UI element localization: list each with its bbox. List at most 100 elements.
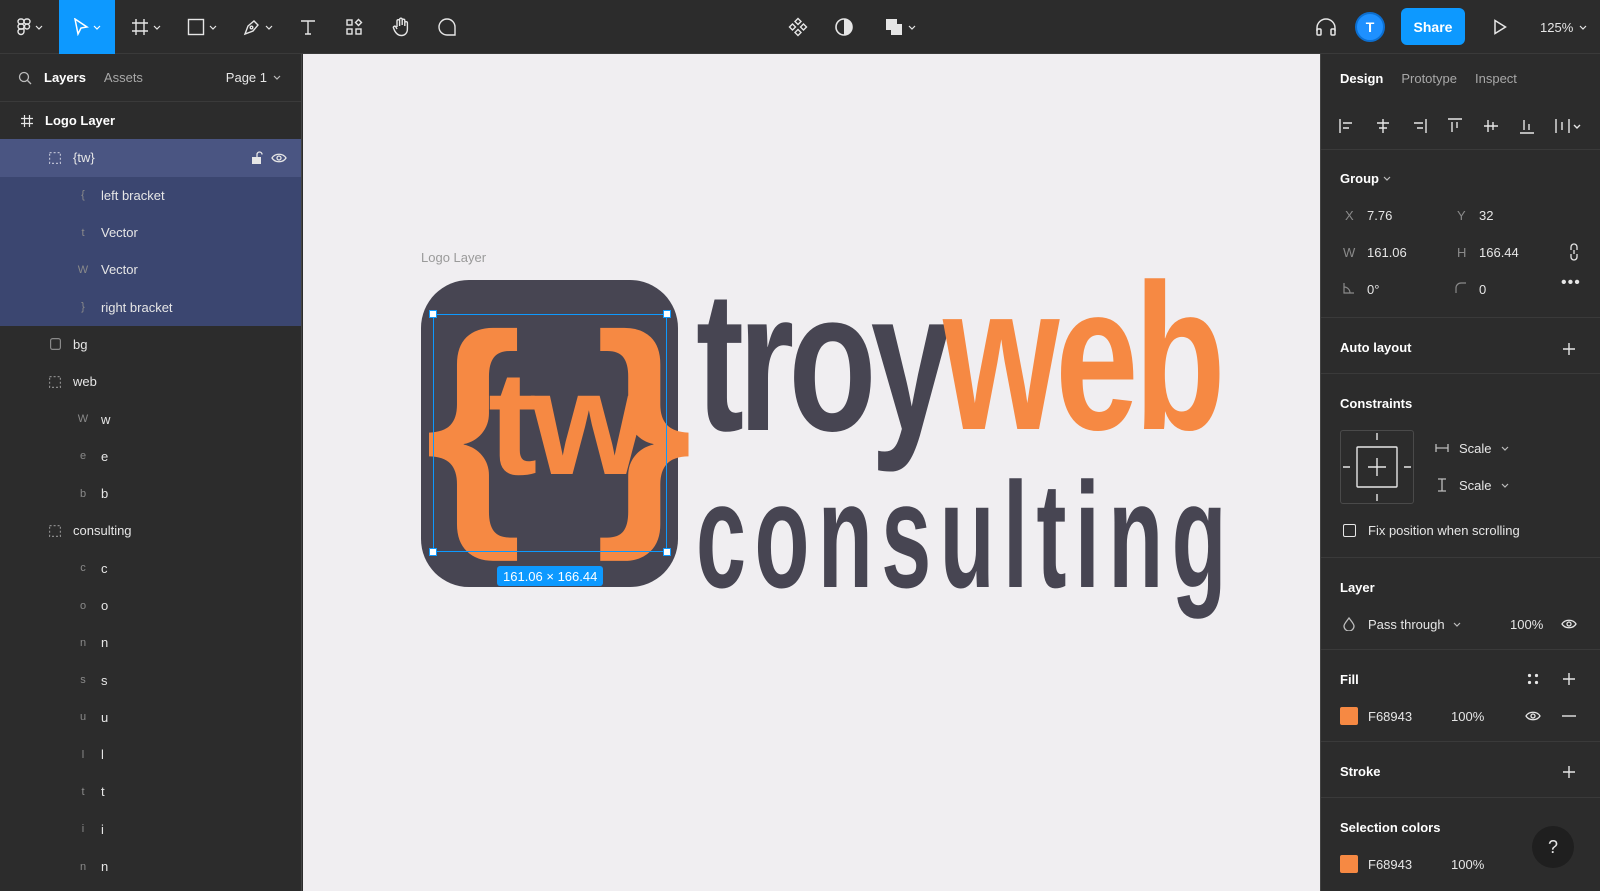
plus-icon[interactable] <box>1562 342 1576 356</box>
zoom-dropdown[interactable]: 125% <box>1540 0 1587 54</box>
main-menu-button[interactable] <box>10 0 50 54</box>
more-options-icon[interactable]: ••• <box>1561 274 1581 292</box>
create-component-button[interactable] <box>782 0 814 54</box>
y-input[interactable]: 32 <box>1479 208 1493 223</box>
eye-icon[interactable] <box>1525 710 1541 722</box>
resize-handle-top-left[interactable] <box>429 310 437 318</box>
layer-row-t[interactable]: t t <box>0 773 301 810</box>
plus-icon[interactable] <box>1562 765 1576 779</box>
align-top-icon[interactable] <box>1447 117 1463 134</box>
selection-color-swatch[interactable] <box>1340 855 1358 873</box>
user-avatar[interactable]: T <box>1355 12 1385 42</box>
layer-row-e[interactable]: e e <box>0 438 301 475</box>
layer-row-web-group[interactable]: web <box>0 363 301 400</box>
frame-tool-button[interactable] <box>124 0 168 54</box>
x-input[interactable]: 7.76 <box>1367 208 1392 223</box>
frame-label[interactable]: Logo Layer <box>421 250 486 265</box>
align-bottom-icon[interactable] <box>1519 118 1535 134</box>
blend-mode-dropdown[interactable]: Pass through <box>1368 617 1445 632</box>
boolean-ops-button[interactable] <box>876 0 924 54</box>
present-button[interactable] <box>1484 0 1516 54</box>
logo-word-consulting[interactable]: consulting <box>696 460 1235 610</box>
layer-label: left bracket <box>101 187 165 203</box>
play-icon <box>1494 19 1507 35</box>
eye-icon[interactable] <box>1561 618 1577 630</box>
layer-row-n[interactable]: n n <box>0 624 301 661</box>
chevron-down-icon <box>35 25 43 30</box>
page-dropdown[interactable]: Page 1 <box>226 70 281 85</box>
eye-icon[interactable] <box>271 152 287 164</box>
rotation-input[interactable]: 0° <box>1367 282 1379 297</box>
text-tool-button[interactable] <box>292 0 324 54</box>
distribute-icon[interactable] <box>1555 118 1581 134</box>
fill-hex-input[interactable]: F68943 <box>1368 709 1412 724</box>
tab-design[interactable]: Design <box>1340 71 1383 86</box>
w-input[interactable]: 161.06 <box>1367 245 1407 260</box>
layer-row-right-bracket[interactable]: } right bracket <box>0 288 301 326</box>
layer-row-left-bracket[interactable]: { left bracket <box>0 176 301 214</box>
layer-row-logo-layer[interactable]: Logo Layer <box>0 102 301 139</box>
layer-row-tw-group[interactable]: {tw} <box>0 139 301 177</box>
tab-prototype[interactable]: Prototype <box>1401 71 1457 86</box>
layer-row-s[interactable]: s s <box>0 661 301 698</box>
layer-row-b[interactable]: b b <box>0 475 301 512</box>
selection-color-opacity[interactable]: 100% <box>1451 857 1484 872</box>
move-tool-button[interactable] <box>59 0 115 54</box>
fix-position-checkbox[interactable] <box>1343 524 1356 537</box>
tab-assets[interactable]: Assets <box>104 70 143 85</box>
layer-label: w <box>101 411 111 427</box>
layer-row-u[interactable]: u u <box>0 699 301 736</box>
group-title[interactable]: Group <box>1340 171 1379 186</box>
help-button[interactable]: ? <box>1532 826 1574 868</box>
align-vertical-center-icon[interactable] <box>1483 118 1499 134</box>
layer-row-vector-t[interactable]: t Vector <box>0 213 301 252</box>
plus-icon[interactable] <box>1562 672 1576 686</box>
tab-layers[interactable]: Layers <box>44 70 86 85</box>
figma-logo-icon <box>17 18 31 36</box>
layer-row-consulting-group[interactable]: consulting <box>0 512 301 549</box>
share-button[interactable]: Share <box>1401 8 1465 45</box>
resize-handle-bottom-right[interactable] <box>663 548 671 556</box>
logo-word-web[interactable]: web <box>943 254 1226 462</box>
layer-row-n2[interactable]: n n <box>0 848 301 885</box>
layer-row-vector-w[interactable]: W Vector <box>0 251 301 289</box>
h-input[interactable]: 166.44 <box>1479 245 1519 260</box>
layer-row-bg[interactable]: bg <box>0 326 301 363</box>
pen-tool-button[interactable] <box>236 0 280 54</box>
corner-radius-input[interactable]: 0 <box>1479 282 1486 297</box>
layer-opacity-input[interactable]: 100% <box>1510 617 1543 632</box>
comment-tool-button[interactable] <box>431 0 463 54</box>
align-right-icon[interactable] <box>1411 118 1427 134</box>
fill-opacity-input[interactable]: 100% <box>1451 709 1484 724</box>
shape-tool-button[interactable] <box>180 0 224 54</box>
audio-chat-button[interactable] <box>1310 0 1342 54</box>
hand-tool-button[interactable] <box>385 0 417 54</box>
logo-word-troy[interactable]: troy <box>696 262 951 462</box>
design-canvas[interactable]: Logo Layer { tw } 161.06 × 166.44 troy w… <box>303 54 1320 891</box>
minus-icon[interactable] <box>1562 715 1576 717</box>
layer-row-w[interactable]: W w <box>0 400 301 437</box>
constrain-proportions-icon[interactable] <box>1569 243 1579 261</box>
styles-grid-icon[interactable] <box>1527 673 1539 685</box>
constraints-widget[interactable] <box>1340 430 1414 504</box>
selection-color-hex[interactable]: F68943 <box>1368 857 1412 872</box>
align-left-icon[interactable] <box>1339 118 1355 134</box>
resources-tool-button[interactable] <box>338 0 370 54</box>
layer-row-o[interactable]: o o <box>0 587 301 624</box>
selection-box[interactable] <box>433 314 667 552</box>
resize-handle-bottom-left[interactable] <box>429 548 437 556</box>
layer-row-i[interactable]: i i <box>0 811 301 848</box>
layer-row-c[interactable]: c c <box>0 550 301 587</box>
tab-inspect[interactable]: Inspect <box>1475 71 1517 86</box>
vertical-constraint-dropdown[interactable]: Scale <box>1459 478 1492 493</box>
search-icon[interactable] <box>18 71 32 85</box>
mask-button[interactable] <box>828 0 860 54</box>
align-horizontal-center-icon[interactable] <box>1375 118 1391 134</box>
horizontal-constraint-icon <box>1435 444 1449 452</box>
vector-icon: n <box>79 860 87 873</box>
fill-color-swatch[interactable] <box>1340 707 1358 725</box>
unlock-icon[interactable] <box>251 151 263 165</box>
horizontal-constraint-dropdown[interactable]: Scale <box>1459 441 1492 456</box>
layer-row-l[interactable]: l l <box>0 736 301 773</box>
resize-handle-top-right[interactable] <box>663 310 671 318</box>
